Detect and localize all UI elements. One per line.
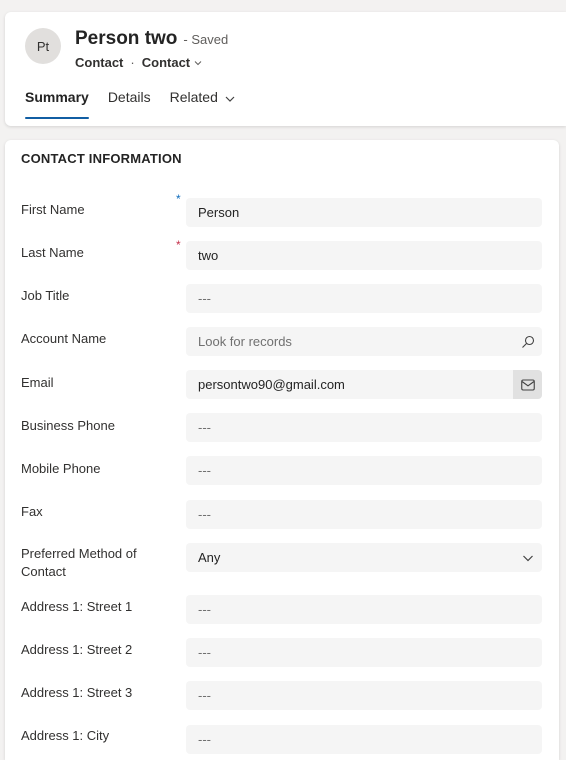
top-strip xyxy=(0,0,566,10)
chevron-down-icon xyxy=(225,96,235,102)
required-indicator: * xyxy=(176,238,181,252)
tab-summary-label: Summary xyxy=(25,89,89,105)
section-title: CONTACT INFORMATION xyxy=(21,151,182,166)
lookup-placeholder: Look for records xyxy=(198,334,292,349)
field-label: Preferred Method of Contact xyxy=(21,546,137,579)
form-selector[interactable]: Contact xyxy=(142,55,203,70)
tab-related-label: Related xyxy=(169,89,218,105)
job-title-input[interactable]: --- xyxy=(186,284,542,313)
chevron-down-icon xyxy=(522,555,533,561)
field-label: Mobile Phone xyxy=(21,461,101,476)
record-meta: Contact · Contact xyxy=(75,55,203,70)
field-label: Account Name xyxy=(21,331,107,346)
address-city-input[interactable]: --- xyxy=(186,725,542,754)
search-icon xyxy=(521,335,534,348)
field-label: Address 1: Street 2 xyxy=(21,642,133,657)
mobile-phone-input[interactable]: --- xyxy=(186,456,542,485)
record-title: Person two - Saved xyxy=(75,28,228,50)
tab-details-label: Details xyxy=(107,89,151,105)
address-street-3-input[interactable]: --- xyxy=(186,681,542,710)
tab-related[interactable]: Related xyxy=(170,87,236,119)
business-recommended-indicator: * xyxy=(176,192,181,206)
lookup-search-button[interactable] xyxy=(513,327,542,356)
form-name: Contact xyxy=(141,55,191,70)
avatar: Pt xyxy=(25,28,61,64)
account-name-lookup[interactable]: Look for records xyxy=(186,327,542,356)
meta-separator: · xyxy=(130,55,135,70)
field-label: Address 1: Street 3 xyxy=(21,685,133,700)
preferred-method-select[interactable]: Any xyxy=(186,543,542,572)
email-value: persontwo90@gmail.com xyxy=(198,377,345,392)
field-label: Fax xyxy=(21,504,43,519)
select-value: Any xyxy=(198,550,221,565)
field-label: First Name xyxy=(21,202,85,217)
address-street-1-input[interactable]: --- xyxy=(186,595,542,624)
avatar-initials: Pt xyxy=(36,38,50,54)
first-name-input[interactable]: Person xyxy=(186,198,542,227)
record-name: Person two xyxy=(75,28,178,49)
send-email-button[interactable] xyxy=(513,370,542,399)
field-label: Address 1: City xyxy=(21,728,110,743)
chevron-down-icon xyxy=(194,60,202,65)
business-phone-input[interactable]: --- xyxy=(186,413,542,442)
fax-input[interactable]: --- xyxy=(186,500,542,529)
last-name-input[interactable]: two xyxy=(186,241,542,270)
field-label: Email xyxy=(21,375,54,390)
save-status: - Saved xyxy=(183,32,229,47)
select-dropdown-button[interactable] xyxy=(513,543,542,572)
tab-details[interactable]: Details xyxy=(108,87,151,119)
record-tabs: Summary Details Related xyxy=(25,87,255,121)
email-input[interactable]: persontwo90@gmail.com xyxy=(186,370,542,399)
mail-icon xyxy=(520,378,535,391)
tab-summary[interactable]: Summary xyxy=(25,87,89,119)
record-header: Pt Person two - Saved Contact · Contact … xyxy=(5,12,566,126)
address-street-2-input[interactable]: --- xyxy=(186,638,542,667)
field-label: Address 1: Street 1 xyxy=(21,599,133,614)
contact-information-section: CONTACT INFORMATION First Name * Person … xyxy=(5,140,559,760)
field-label: Last Name xyxy=(21,245,84,260)
field-label: Business Phone xyxy=(21,418,115,433)
field-label: Job Title xyxy=(21,288,70,303)
entity-name: Contact xyxy=(75,55,124,70)
